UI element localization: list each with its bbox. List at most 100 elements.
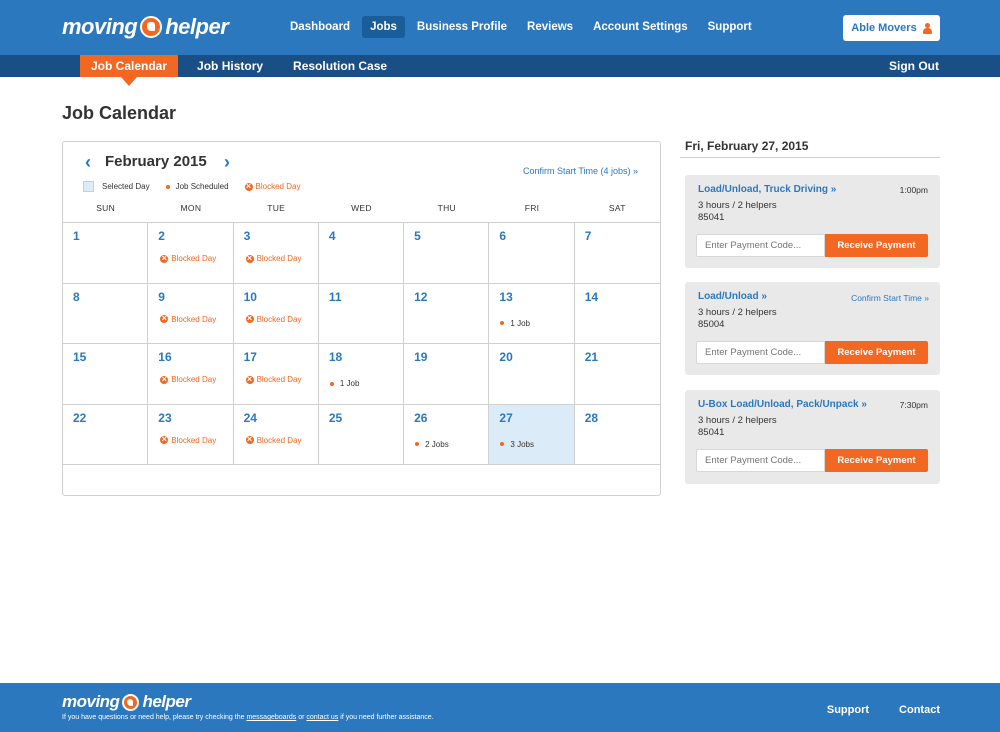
calendar-day[interactable]: 13 1 Job — [489, 283, 575, 343]
footer-help-text: If you have questions or need help, plea… — [62, 714, 434, 721]
receive-payment-button[interactable]: Receive Payment — [825, 449, 928, 472]
calendar-day[interactable]: 21 — [575, 344, 660, 404]
nav-business-profile[interactable]: Business Profile — [409, 16, 515, 38]
sub-nav-bar: Job Calendar Job History Resolution Case… — [0, 55, 1000, 86]
weekday: FRI — [524, 203, 540, 213]
job-title-link[interactable]: Load/Unload, Truck Driving » — [698, 184, 836, 195]
calendar-day[interactable]: 2 Blocked Day — [148, 223, 234, 283]
footer-support-link[interactable]: Support — [827, 704, 869, 716]
calendar-day[interactable]: 23 Blocked Day — [148, 404, 234, 464]
calendar-day[interactable]: 11 — [319, 283, 405, 343]
payment-code-input[interactable] — [696, 341, 825, 364]
job-duration: 3 hours / 2 helpers — [698, 200, 777, 211]
confirm-start-time-link[interactable]: Confirm Start Time (4 jobs) » — [523, 166, 638, 176]
calendar-day[interactable]: 14 — [575, 284, 660, 344]
blocked-day-note: Blocked Day — [245, 252, 301, 264]
payment-code-input[interactable] — [696, 449, 825, 472]
blocked-icon — [245, 252, 254, 264]
jobs-count: 1 Job — [339, 379, 360, 388]
contact-us-link[interactable]: contact us — [306, 714, 338, 721]
jobs-count: 1 Job — [510, 318, 530, 328]
nav-jobs[interactable]: Jobs — [362, 16, 405, 38]
selected-swatch — [83, 181, 94, 192]
job-title-link[interactable]: Load/Unload » — [698, 291, 767, 302]
chevron-right-icon[interactable]: › — [220, 153, 234, 171]
nav-dashboard[interactable]: Dashboard — [282, 16, 358, 38]
footer-contact-link[interactable]: Contact — [899, 704, 940, 716]
calendar-day[interactable]: 8 — [63, 283, 149, 343]
blocked-label: Blocked Day — [171, 254, 217, 263]
weekday: SAT — [608, 203, 626, 213]
weekday: MON — [180, 203, 202, 213]
nav-support[interactable]: Support — [700, 16, 760, 38]
calendar-day[interactable]: 5 — [404, 223, 490, 283]
day-number: 14 — [584, 289, 599, 304]
day-number: 8 — [73, 289, 80, 304]
calendar-day[interactable]: 17 Blocked Day — [234, 344, 319, 404]
calendar-day[interactable]: 28 — [575, 405, 660, 465]
logo-text-right: helper — [142, 692, 191, 711]
footer-links: Support Contact — [827, 704, 940, 716]
blocked-day-note: Blocked Day — [160, 252, 217, 264]
calendar-day[interactable]: 12 — [404, 283, 490, 343]
logo-icon — [122, 693, 140, 711]
jobs-count: 3 Jobs — [510, 439, 534, 449]
calendar-day[interactable]: 16 Blocked Day — [148, 344, 234, 404]
blocked-label: Blocked Day — [171, 314, 217, 324]
calendar-day[interactable]: 27 3 Jobs — [489, 404, 575, 464]
calendar-day[interactable]: 22 — [63, 404, 149, 464]
sign-out-link[interactable]: Sign Out — [889, 55, 939, 77]
calendar-day[interactable]: 3 Blocked Day — [234, 223, 319, 283]
day-number: 22 — [73, 410, 87, 425]
receive-payment-button[interactable]: Receive Payment — [825, 341, 928, 364]
calendar-day[interactable]: 1 — [63, 223, 149, 283]
divider — [680, 157, 940, 158]
tab-job-history[interactable]: Job History — [186, 55, 274, 77]
account-button[interactable]: Able Movers — [843, 15, 940, 41]
blocked-day-note: Blocked Day — [160, 433, 217, 445]
calendar-day[interactable]: 24 Blocked Day — [234, 404, 319, 464]
jobs-scheduled-note: 1 Job — [500, 319, 530, 328]
chevron-left-icon[interactable]: ‹ — [81, 153, 95, 171]
tab-job-calendar[interactable]: Job Calendar — [80, 55, 179, 86]
calendar-day[interactable]: 7 — [575, 223, 660, 283]
calendar-day[interactable]: 6 — [489, 223, 575, 283]
nav-reviews[interactable]: Reviews — [519, 16, 581, 38]
day-number: 4 — [328, 229, 336, 243]
tab-resolution-case[interactable]: Resolution Case — [282, 55, 398, 77]
job-card: U-Box Load/Unload, Pack/Unpack » 7:30pm … — [685, 390, 940, 484]
calendar-day[interactable]: 10 Blocked Day — [234, 283, 319, 343]
confirm-start-time-link[interactable]: Confirm Start Time » — [851, 293, 929, 303]
calendar-day[interactable]: 15 — [63, 344, 149, 404]
messageboards-link[interactable]: messageboards — [246, 714, 296, 721]
job-zip: 85041 — [698, 427, 725, 438]
calendar-week: 15 16 Blocked Day 17 Blocked Day 18 1 Job 19 20 2… — [63, 344, 660, 405]
dot-icon — [329, 381, 334, 386]
blocked-label: Blocked Day — [256, 375, 302, 384]
jobs-scheduled-note: 1 Job — [329, 379, 360, 388]
job-details: 3 hours / 2 helpers 85041 — [698, 200, 777, 224]
dot-icon — [415, 442, 420, 446]
receive-payment-button[interactable]: Receive Payment — [825, 234, 928, 257]
blocked-label: Blocked Day — [256, 435, 302, 445]
job-time: 7:30pm — [899, 400, 928, 410]
logo-icon — [140, 16, 163, 38]
nav-account-settings[interactable]: Account Settings — [585, 16, 696, 38]
day-number: 20 — [499, 350, 513, 364]
logo[interactable]: moving helper — [62, 12, 229, 42]
calendar: ‹ February 2015 › Confirm Start Time (4 … — [62, 141, 661, 496]
day-number: 2 — [158, 229, 165, 243]
calendar-day[interactable]: 20 — [489, 344, 575, 404]
calendar-day[interactable]: 26 2 Jobs — [404, 404, 490, 464]
calendar-day[interactable]: 18 1 Job — [319, 344, 405, 404]
calendar-day[interactable]: 4 — [319, 223, 405, 283]
calendar-day[interactable]: 9 Blocked Day — [148, 283, 234, 343]
blocked-label: Blocked Day — [171, 435, 217, 445]
calendar-day[interactable]: 25 — [319, 404, 405, 464]
job-title-link[interactable]: U-Box Load/Unload, Pack/Unpack » — [698, 399, 867, 410]
footer-logo[interactable]: moving helper — [62, 691, 191, 713]
calendar-week: 8 9 Blocked Day 10 Blocked Day 11 12 13 1 Job 14 — [63, 283, 660, 344]
calendar-day[interactable]: 19 — [404, 344, 490, 404]
legend-blocked-label: Blocked Day — [255, 182, 301, 191]
payment-code-input[interactable] — [696, 234, 825, 257]
